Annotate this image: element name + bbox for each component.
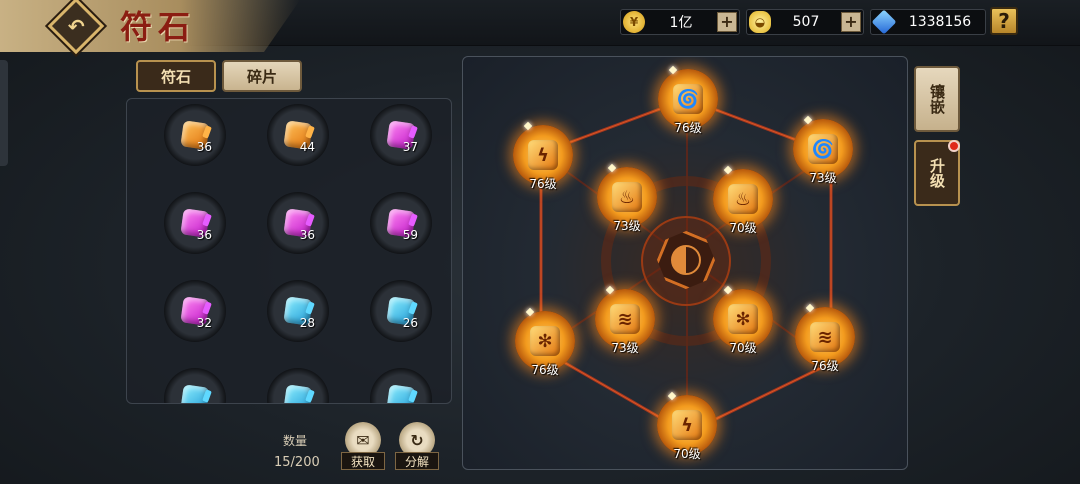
feather-icon: ≋ bbox=[810, 322, 840, 352]
rune-level: 76级 bbox=[529, 177, 557, 191]
gold-ingot-icon: ◒ bbox=[749, 11, 771, 33]
obtain-button[interactable]: ✉ 获取 bbox=[341, 422, 385, 470]
fragment-item[interactable]: 32 bbox=[164, 280, 226, 342]
fire-icon: ♨ bbox=[612, 182, 642, 212]
fragment-item[interactable]: 36 bbox=[164, 192, 226, 254]
rune-slot-lower-left[interactable]: ✻ 76级 bbox=[515, 307, 575, 377]
tab-runestone[interactable]: 符石 bbox=[136, 60, 216, 92]
fragment-count: 28 bbox=[299, 316, 315, 330]
fragment-count: 59 bbox=[402, 228, 418, 242]
gold-ingot-resource: ◒ 507 + bbox=[746, 9, 864, 35]
decompose-label: 分解 bbox=[395, 452, 439, 470]
fragment-item[interactable] bbox=[267, 368, 329, 403]
fragment-item[interactable]: 26 bbox=[370, 280, 432, 342]
lightning-icon: ϟ bbox=[672, 410, 702, 440]
add-ingot-button[interactable]: + bbox=[841, 12, 861, 32]
side-drawer-handle[interactable] bbox=[0, 60, 8, 166]
rune-level: 73级 bbox=[613, 219, 641, 233]
rune-level: 70级 bbox=[729, 341, 757, 355]
fragment-item[interactable]: 28 bbox=[267, 280, 329, 342]
rune-slot-inner-upper-right[interactable]: ♨ 70级 bbox=[713, 165, 773, 235]
gold-coin-icon: ¥ bbox=[623, 11, 645, 33]
snowflake-icon: ✻ bbox=[530, 326, 560, 356]
blue-crystal-icon bbox=[871, 9, 897, 35]
add-gold-button[interactable]: + bbox=[717, 12, 737, 32]
obtain-label: 获取 bbox=[341, 452, 385, 470]
fragment-count: 36 bbox=[196, 140, 212, 154]
inlay-button[interactable]: 镶嵌 bbox=[914, 66, 960, 132]
rune-level: 73级 bbox=[809, 171, 837, 185]
fragment-item[interactable] bbox=[164, 368, 226, 403]
back-arrow-icon: ↶ bbox=[67, 13, 85, 38]
rune-level: 73级 bbox=[611, 341, 639, 355]
rune-level: 76级 bbox=[674, 121, 702, 135]
upgrade-label: 升级 bbox=[928, 158, 946, 188]
lightning-icon: ϟ bbox=[528, 140, 558, 170]
rune-slot-upper-left[interactable]: ϟ 76级 bbox=[513, 121, 573, 191]
fragment-count: 36 bbox=[196, 228, 212, 242]
fragment-count: 44 bbox=[299, 140, 315, 154]
rune-slot-upper-right[interactable]: 🌀 73级 bbox=[793, 115, 853, 185]
rune-slot-inner-upper-left[interactable]: ♨ 73级 bbox=[597, 163, 657, 233]
yin-yang-icon bbox=[671, 245, 701, 275]
gold-ingot-value: 507 bbox=[792, 14, 820, 30]
gold-coin-resource: ¥ 1亿 + bbox=[620, 9, 740, 35]
fragment-item[interactable] bbox=[370, 368, 432, 403]
help-button[interactable]: ? bbox=[990, 7, 1018, 35]
fragment-grid[interactable]: 36 44 37 36 36 59 32 28 26 bbox=[126, 98, 452, 404]
fragment-item[interactable]: 36 bbox=[267, 192, 329, 254]
feather-icon: ≋ bbox=[610, 304, 640, 334]
tornado-icon: 🌀 bbox=[673, 84, 703, 114]
rune-level: 70级 bbox=[729, 221, 757, 235]
rune-slot-bottom[interactable]: ϟ 70级 bbox=[657, 391, 717, 461]
fragment-item[interactable]: 44 bbox=[267, 104, 329, 166]
rune-slot-inner-lower-right[interactable]: ✻ 70级 bbox=[713, 285, 773, 355]
quantity-value: 15/200 bbox=[274, 455, 320, 470]
tornado-icon: 🌀 bbox=[808, 134, 838, 164]
rune-level: 76级 bbox=[531, 363, 559, 377]
quantity-label: 数量 bbox=[283, 434, 308, 448]
snowflake-icon: ✻ bbox=[728, 304, 758, 334]
crystal-value: 1338156 bbox=[908, 14, 972, 30]
fragment-count: 37 bbox=[402, 140, 418, 154]
rune-level: 70级 bbox=[673, 447, 701, 461]
rune-level: 76级 bbox=[811, 359, 839, 373]
decompose-button[interactable]: ↻ 分解 bbox=[395, 422, 439, 470]
fragment-item[interactable]: 59 bbox=[370, 192, 432, 254]
crystal-resource: 1338156 bbox=[870, 9, 986, 35]
rune-slot-top[interactable]: 🌀 76级 bbox=[658, 65, 718, 135]
inlay-label: 镶嵌 bbox=[928, 84, 946, 114]
rune-slot-lower-right[interactable]: ≋ 76级 bbox=[795, 303, 855, 373]
gold-coin-value: 1亿 bbox=[669, 15, 693, 31]
page-title: 符石 bbox=[120, 8, 197, 46]
notification-dot bbox=[948, 140, 960, 152]
upgrade-button[interactable]: 升级 bbox=[914, 140, 960, 206]
tab-fragments[interactable]: 碎片 bbox=[222, 60, 302, 92]
fragment-item[interactable]: 36 bbox=[164, 104, 226, 166]
fragment-count: 32 bbox=[196, 316, 212, 330]
fragment-item[interactable]: 37 bbox=[370, 104, 432, 166]
fragment-count: 26 bbox=[402, 316, 418, 330]
fire-icon: ♨ bbox=[728, 184, 758, 214]
rune-slot-inner-lower-left[interactable]: ≋ 73级 bbox=[595, 285, 655, 355]
fragment-count: 36 bbox=[299, 228, 315, 242]
rune-array-panel: 🌀 76级 ϟ 76级 🌀 73级 ♨ 73级 ♨ 70级 ≋ 73级 ✻ 70级 ✻ 76级 ≋ 76级 ϟ 70级 bbox=[462, 56, 908, 470]
